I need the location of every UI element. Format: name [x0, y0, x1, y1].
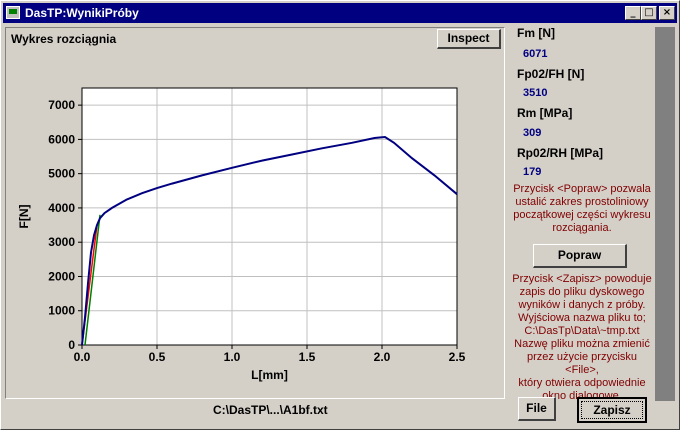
help-line: wyników i danych z próby.: [518, 299, 646, 311]
y-tick-label: 3000: [48, 235, 75, 249]
y-axis-label: F[N]: [17, 205, 31, 229]
chart-panel: Wykres rozciągnia Inspect 0.0 0.5 1.0 1.5 2.…: [5, 27, 505, 399]
zapisz-button[interactable]: Zapisz: [577, 397, 647, 423]
close-button[interactable]: ×: [659, 6, 675, 20]
fm-label: Fm [N]: [517, 26, 555, 40]
y-tick-label: 6000: [48, 132, 75, 146]
minimize-button[interactable]: _: [625, 6, 641, 20]
zapisz-help-text: Przycisk <Zapisz> powoduje zapis do plik…: [509, 273, 655, 403]
fp02-value: 3510: [523, 87, 548, 99]
help-line: ustalić zakres prostoliniowy: [515, 196, 649, 208]
help-line: początkowej części wykresu: [513, 209, 651, 221]
help-line: C:\DasTp\Data\~tmp.txt: [524, 325, 640, 337]
help-line: Przycisk <Zapisz> powoduje: [512, 273, 652, 285]
y-tick-label: 7000: [48, 98, 75, 112]
vertical-scrollbar[interactable]: [655, 27, 675, 401]
help-line: zapis do pliku dyskowego: [519, 286, 645, 298]
help-line: który otwiera odpowiednie: [518, 377, 646, 389]
x-tick-label: 0.0: [74, 350, 91, 364]
y-tick-label: 2000: [48, 269, 75, 283]
fp02-label: Fp02/FH [N]: [517, 67, 585, 81]
popraw-help-text: Przycisk <Popraw> pozwala ustalić zakres…: [509, 183, 655, 235]
rp02-label: Rp02/RH [MPa]: [517, 146, 604, 160]
help-line: Nazwę pliku można zmienić: [514, 338, 650, 350]
x-tick-label: 0.5: [149, 350, 166, 364]
x-tick-label: 1.0: [224, 350, 241, 364]
popraw-button[interactable]: Popraw: [533, 244, 627, 268]
rm-value: 309: [523, 127, 542, 139]
app-icon[interactable]: [6, 6, 20, 19]
help-line: Przycisk <Popraw> pozwala: [513, 183, 651, 195]
x-tick-label: 2.5: [449, 350, 466, 364]
x-tick-label: 2.0: [374, 350, 391, 364]
fm-value: 6071: [523, 48, 548, 60]
y-tick-label: 4000: [48, 201, 75, 215]
chart: 0.0 0.5 1.0 1.5 2.0 2.5 0 1000 2000 3000 4000 5000 6…: [17, 87, 466, 382]
maximize-button[interactable]: □: [641, 6, 657, 20]
rm-label: Rm [MPa]: [517, 106, 573, 120]
file-button[interactable]: File: [518, 397, 556, 421]
x-axis-label: L[mm]: [251, 368, 288, 382]
help-line: Wyjściowa nazwa pliku to;: [518, 312, 646, 324]
y-tick-label: 0: [68, 338, 75, 352]
file-path-label: C:\DasTP\...\A1bf.txt: [213, 403, 328, 417]
y-tick-label: 5000: [48, 167, 75, 181]
y-tick-label: 1000: [48, 304, 75, 318]
results-window: DasTP:WynikiPróby _ □ × Wykres rozciągni…: [0, 0, 680, 430]
help-line: rozciągania.: [552, 222, 612, 234]
x-tick-label: 1.5: [299, 350, 316, 364]
help-line: przez użycie przycisku <File>,: [526, 351, 638, 376]
window-title: DasTP:WynikiPróby: [25, 6, 139, 20]
plot-area: [82, 88, 457, 345]
rp02-value: 179: [523, 166, 542, 178]
title-bar[interactable]: DasTP:WynikiPróby _ □ ×: [3, 3, 677, 23]
